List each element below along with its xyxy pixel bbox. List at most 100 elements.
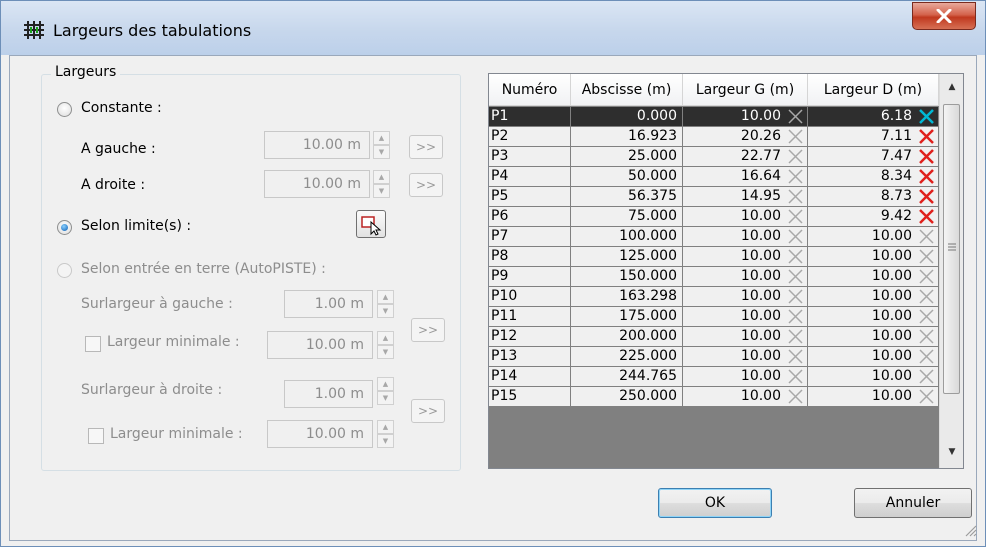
cell-numero[interactable]: P11 <box>489 307 571 327</box>
largeur-d-status-icon[interactable] <box>918 108 935 125</box>
largeur-d-status-icon[interactable] <box>918 308 935 325</box>
largeur-d-status-icon[interactable] <box>918 388 935 405</box>
cell-largeur-d[interactable]: 8.73 <box>808 187 939 207</box>
cell-largeur-d[interactable]: 7.11 <box>808 127 939 147</box>
cell-abscisse[interactable]: 75.000 <box>571 207 683 227</box>
gauche-apply-button[interactable]: >> <box>411 318 445 342</box>
cell-numero[interactable]: P13 <box>489 347 571 367</box>
cell-largeur-d[interactable]: 10.00 <box>808 307 939 327</box>
cell-numero[interactable]: P15 <box>489 387 571 407</box>
largeur-g-status-icon[interactable] <box>787 328 804 345</box>
largeur-g-status-icon[interactable] <box>787 288 804 305</box>
header-largeur-d[interactable]: Largeur D (m) <box>808 74 939 106</box>
cell-numero[interactable]: P8 <box>489 247 571 267</box>
largeur-d-status-icon[interactable] <box>918 268 935 285</box>
pick-limits-button[interactable] <box>356 210 386 238</box>
scroll-thumb[interactable] <box>943 104 960 394</box>
cell-largeur-d[interactable]: 10.00 <box>808 347 939 367</box>
table-vertical-scrollbar[interactable]: ▲ ▼ <box>939 74 963 468</box>
largeur-g-status-icon[interactable] <box>787 168 804 185</box>
surlargeur-gauche-field[interactable]: 1.00 m <box>284 290 373 318</box>
largeur-g-status-icon[interactable] <box>787 348 804 365</box>
cell-numero[interactable]: P2 <box>489 127 571 147</box>
ok-button[interactable]: OK <box>658 488 772 518</box>
cell-abscisse[interactable]: 50.000 <box>571 167 683 187</box>
largeur-d-status-icon[interactable] <box>918 188 935 205</box>
cell-largeur-d[interactable]: 6.18 <box>808 107 939 127</box>
largeur-g-status-icon[interactable] <box>787 368 804 385</box>
scroll-down-icon[interactable]: ▼ <box>945 447 959 461</box>
cell-largeur-d[interactable]: 9.42 <box>808 207 939 227</box>
cell-abscisse[interactable]: 25.000 <box>571 147 683 167</box>
largeur-d-status-icon[interactable] <box>918 328 935 345</box>
radio-selon-entree[interactable] <box>57 263 72 278</box>
cell-largeur-d[interactable]: 7.47 <box>808 147 939 167</box>
cell-largeur-g[interactable]: 10.00 <box>683 367 808 387</box>
cell-largeur-g[interactable]: 10.00 <box>683 207 808 227</box>
cell-numero[interactable]: P1 <box>489 107 571 127</box>
a-gauche-apply-button[interactable]: >> <box>409 135 443 159</box>
cell-largeur-g[interactable]: 10.00 <box>683 227 808 247</box>
largeur-g-status-icon[interactable] <box>787 208 804 225</box>
cell-largeur-d[interactable]: 10.00 <box>808 287 939 307</box>
largeur-g-status-icon[interactable] <box>787 248 804 265</box>
cell-largeur-g[interactable]: 20.26 <box>683 127 808 147</box>
largeur-d-status-icon[interactable] <box>918 288 935 305</box>
cell-largeur-d[interactable]: 10.00 <box>808 327 939 347</box>
a-gauche-spinner[interactable]: ▲ ▼ <box>373 131 390 159</box>
largeur-d-status-icon[interactable] <box>918 148 935 165</box>
scroll-up-icon[interactable]: ▲ <box>945 82 959 96</box>
cell-largeur-g[interactable]: 14.95 <box>683 187 808 207</box>
largeur-d-status-icon[interactable] <box>918 248 935 265</box>
cell-numero[interactable]: P6 <box>489 207 571 227</box>
largeur-min-droite-checkbox[interactable] <box>88 428 104 444</box>
header-largeur-g[interactable]: Largeur G (m) <box>683 74 808 106</box>
cell-numero[interactable]: P3 <box>489 147 571 167</box>
cell-largeur-g[interactable]: 10.00 <box>683 107 808 127</box>
a-gauche-field[interactable]: 10.00 m <box>264 131 370 159</box>
cell-abscisse[interactable]: 0.000 <box>571 107 683 127</box>
cell-largeur-d[interactable]: 10.00 <box>808 227 939 247</box>
cell-numero[interactable]: P9 <box>489 267 571 287</box>
cell-largeur-g[interactable]: 10.00 <box>683 387 808 407</box>
a-droite-field[interactable]: 10.00 m <box>264 170 370 198</box>
cell-largeur-g[interactable]: 10.00 <box>683 287 808 307</box>
surlargeur-gauche-spinner[interactable]: ▲ ▼ <box>377 290 394 318</box>
largeur-min-droite-field[interactable]: 10.00 m <box>267 420 373 448</box>
cell-abscisse[interactable]: 56.375 <box>571 187 683 207</box>
largeur-g-status-icon[interactable] <box>787 188 804 205</box>
surlargeur-droite-spinner[interactable]: ▲ ▼ <box>377 377 394 405</box>
cell-abscisse[interactable]: 175.000 <box>571 307 683 327</box>
largeur-d-status-icon[interactable] <box>918 128 935 145</box>
droite-apply-button[interactable]: >> <box>411 399 445 423</box>
cell-largeur-g[interactable]: 10.00 <box>683 327 808 347</box>
largeur-g-status-icon[interactable] <box>787 148 804 165</box>
cell-numero[interactable]: P5 <box>489 187 571 207</box>
largeur-g-status-icon[interactable] <box>787 228 804 245</box>
largeur-min-droite-spinner[interactable]: ▲ ▼ <box>377 420 394 448</box>
cell-abscisse[interactable]: 163.298 <box>571 287 683 307</box>
cancel-button[interactable]: Annuler <box>854 488 972 518</box>
header-numero[interactable]: Numéro <box>489 74 571 106</box>
surlargeur-droite-field[interactable]: 1.00 m <box>284 380 373 408</box>
close-button[interactable] <box>912 2 976 30</box>
cell-abscisse[interactable]: 200.000 <box>571 327 683 347</box>
largeur-d-status-icon[interactable] <box>918 168 935 185</box>
cell-largeur-g[interactable]: 10.00 <box>683 247 808 267</box>
cell-largeur-g[interactable]: 10.00 <box>683 347 808 367</box>
largeur-min-gauche-field[interactable]: 10.00 m <box>267 331 373 359</box>
cell-abscisse[interactable]: 244.765 <box>571 367 683 387</box>
radio-selon-limites[interactable] <box>57 220 72 235</box>
largeur-g-status-icon[interactable] <box>787 108 804 125</box>
cell-numero[interactable]: P7 <box>489 227 571 247</box>
cell-largeur-d[interactable]: 10.00 <box>808 247 939 267</box>
resize-grip-icon[interactable] <box>963 523 977 537</box>
cell-abscisse[interactable]: 250.000 <box>571 387 683 407</box>
largeur-g-status-icon[interactable] <box>787 308 804 325</box>
a-droite-spinner[interactable]: ▲ ▼ <box>373 170 390 198</box>
largeur-min-gauche-checkbox[interactable] <box>85 336 101 352</box>
cell-abscisse[interactable]: 150.000 <box>571 267 683 287</box>
largeur-d-status-icon[interactable] <box>918 368 935 385</box>
cell-largeur-g[interactable]: 10.00 <box>683 307 808 327</box>
cell-largeur-d[interactable]: 10.00 <box>808 387 939 407</box>
